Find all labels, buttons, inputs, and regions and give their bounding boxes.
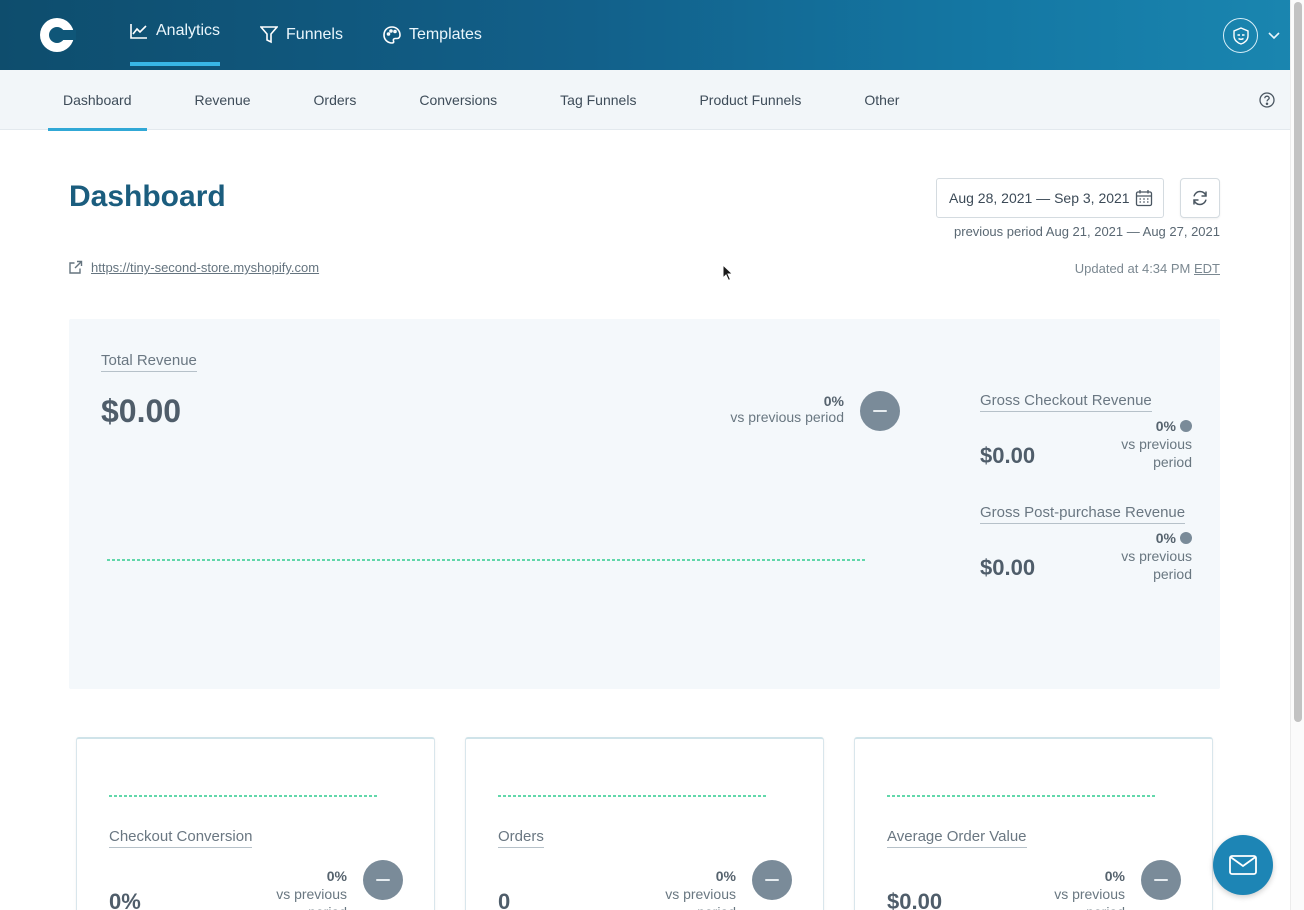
gross-checkout-revenue-label[interactable]: Gross Checkout Revenue bbox=[980, 392, 1152, 412]
gross-checkout-revenue-metric: Gross Checkout Revenue 0% vs previous pe… bbox=[980, 392, 1192, 492]
neutral-trend-icon bbox=[1141, 860, 1181, 900]
gross-checkout-revenue-pct: 0% bbox=[1155, 418, 1176, 434]
timezone-link[interactable]: EDT bbox=[1194, 261, 1220, 276]
orders-change: 0% vs previous period bbox=[636, 867, 736, 910]
total-revenue-pct: 0% bbox=[823, 393, 844, 409]
gross-checkout-revenue-vs-label: vs previous period bbox=[1121, 436, 1192, 470]
checkout-conversion-value: 0% bbox=[109, 889, 141, 910]
average-order-value-vs-label: vs previous period bbox=[1054, 886, 1125, 910]
total-revenue-change: 0% vs previous period bbox=[669, 393, 844, 425]
topnav-analytics[interactable]: Analytics bbox=[120, 0, 230, 66]
account-avatar[interactable] bbox=[1223, 18, 1258, 53]
updated-at-text: Updated at 4:34 PM EDT bbox=[1075, 261, 1220, 276]
orders-label[interactable]: Orders bbox=[498, 828, 544, 848]
previous-period-text: previous period Aug 21, 2021 — Aug 27, 2… bbox=[954, 224, 1220, 239]
palette-icon bbox=[383, 26, 401, 44]
sub-navigation-bar: Dashboard Revenue Orders Conversions Tag… bbox=[0, 70, 1290, 131]
tab-product-funnels[interactable]: Product Funnels bbox=[684, 70, 816, 130]
orders-vs-label: vs previous period bbox=[665, 886, 736, 910]
total-revenue-sparkline bbox=[107, 559, 867, 561]
gross-checkout-revenue-value: $0.00 bbox=[980, 443, 1036, 468]
top-navigation-bar: Analytics Funnels Templates bbox=[0, 0, 1304, 70]
gross-post-purchase-revenue-metric: Gross Post-purchase Revenue 0% vs previo… bbox=[980, 504, 1192, 604]
neutral-trend-icon bbox=[363, 860, 403, 900]
status-dot-icon bbox=[1180, 420, 1192, 432]
neutral-trend-icon bbox=[752, 860, 792, 900]
tab-conversions[interactable]: Conversions bbox=[404, 70, 512, 130]
total-revenue-label[interactable]: Total Revenue bbox=[101, 352, 197, 372]
refresh-button[interactable] bbox=[1180, 178, 1220, 218]
total-revenue-value: $0.00 bbox=[101, 393, 182, 429]
mouse-cursor-icon bbox=[722, 264, 734, 282]
orders-value: 0 bbox=[498, 889, 511, 910]
gross-post-purchase-revenue-change: 0% vs previous period bbox=[1092, 529, 1192, 583]
date-range-value: Aug 28, 2021 — Sep 3, 2021 bbox=[949, 190, 1130, 206]
mail-icon bbox=[1229, 855, 1257, 875]
gross-checkout-revenue-change: 0% vs previous period bbox=[1092, 417, 1192, 471]
page-title: Dashboard bbox=[69, 180, 226, 213]
calendar-icon bbox=[1135, 190, 1153, 207]
gross-post-purchase-revenue-vs-label: vs previous period bbox=[1121, 548, 1192, 582]
total-revenue-vs-label: vs previous period bbox=[730, 409, 844, 425]
shield-face-icon bbox=[1232, 26, 1249, 45]
tab-orders[interactable]: Orders bbox=[299, 70, 372, 130]
topnav-funnels[interactable]: Funnels bbox=[250, 0, 353, 70]
gross-post-purchase-revenue-label[interactable]: Gross Post-purchase Revenue bbox=[980, 504, 1186, 524]
scrollbar-thumb[interactable] bbox=[1294, 2, 1302, 722]
top-nav: Analytics Funnels Templates bbox=[120, 0, 512, 70]
tab-dashboard[interactable]: Dashboard bbox=[48, 70, 147, 131]
tab-revenue[interactable]: Revenue bbox=[180, 70, 266, 130]
gross-post-purchase-revenue-pct: 0% bbox=[1155, 530, 1176, 546]
topnav-templates[interactable]: Templates bbox=[373, 0, 492, 70]
orders-pct: 0% bbox=[715, 868, 736, 884]
average-order-value-card: Average Order Value 0% vs previous perio… bbox=[854, 737, 1213, 910]
average-order-value-value: $0.00 bbox=[887, 889, 943, 910]
gross-post-purchase-revenue-value: $0.00 bbox=[980, 555, 1036, 580]
tab-other[interactable]: Other bbox=[849, 70, 914, 130]
refresh-icon bbox=[1193, 190, 1207, 206]
status-dot-icon bbox=[1180, 532, 1192, 544]
orders-card: Orders 0% vs previous period 0 bbox=[465, 737, 824, 910]
external-link-icon bbox=[69, 260, 83, 274]
topnav-analytics-label: Analytics bbox=[156, 22, 221, 39]
neutral-trend-icon bbox=[860, 391, 900, 431]
topnav-funnels-label: Funnels bbox=[286, 26, 343, 43]
chart-line-icon bbox=[130, 24, 147, 39]
help-icon[interactable] bbox=[1259, 92, 1275, 108]
checkout-conversion-change: 0% vs previous period bbox=[247, 867, 347, 910]
checkout-conversion-vs-label: vs previous period bbox=[276, 886, 347, 910]
topnav-templates-label: Templates bbox=[408, 26, 482, 43]
chat-support-button[interactable] bbox=[1213, 835, 1273, 895]
checkout-conversion-sparkline bbox=[109, 795, 379, 797]
app-logo-icon[interactable] bbox=[40, 18, 76, 52]
date-range-picker[interactable]: Aug 28, 2021 — Sep 3, 2021 bbox=[936, 178, 1164, 218]
chevron-down-icon[interactable] bbox=[1268, 31, 1280, 40]
average-order-value-change: 0% vs previous period bbox=[1025, 867, 1125, 910]
funnel-icon bbox=[260, 26, 279, 44]
updated-at-time: Updated at 4:34 PM bbox=[1074, 261, 1194, 276]
tab-tag-funnels[interactable]: Tag Funnels bbox=[545, 70, 651, 130]
checkout-conversion-pct: 0% bbox=[326, 868, 347, 884]
store-link: https://tiny-second-store.myshopify.com bbox=[68, 260, 319, 275]
checkout-conversion-label[interactable]: Checkout Conversion bbox=[109, 828, 253, 848]
average-order-value-label[interactable]: Average Order Value bbox=[887, 828, 1027, 848]
account-menu[interactable] bbox=[1223, 18, 1280, 53]
average-order-value-sparkline bbox=[887, 795, 1157, 797]
page-scrollbar[interactable] bbox=[1290, 0, 1304, 910]
average-order-value-pct: 0% bbox=[1104, 868, 1125, 884]
orders-sparkline bbox=[498, 795, 768, 797]
sub-nav: Dashboard Revenue Orders Conversions Tag… bbox=[48, 70, 947, 131]
checkout-conversion-card: Checkout Conversion 0% vs previous perio… bbox=[76, 737, 435, 910]
store-url-link[interactable]: https://tiny-second-store.myshopify.com bbox=[91, 260, 319, 275]
revenue-panel: Total Revenue $0.00 0% vs previous perio… bbox=[69, 319, 1220, 689]
